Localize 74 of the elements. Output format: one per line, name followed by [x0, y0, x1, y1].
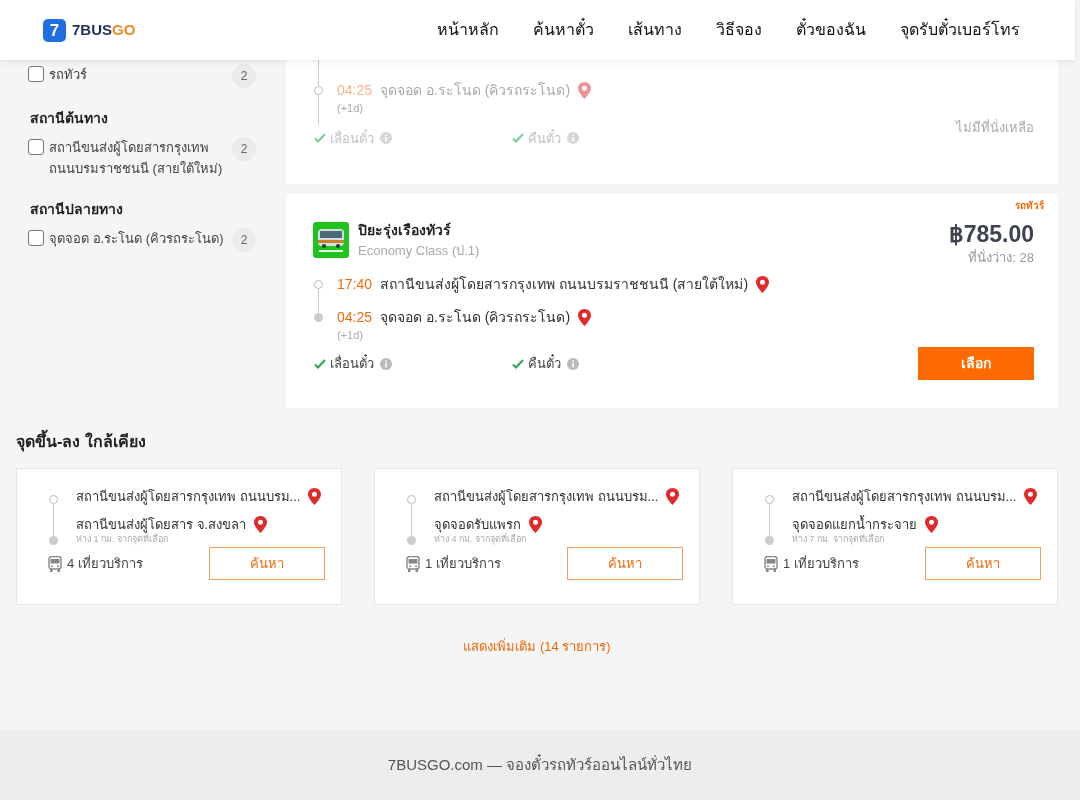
- trip-count: 1 เที่ยวบริการ: [425, 554, 501, 573]
- stop-name: จุดจอด อ.ระโนด (คิวรถระโนด): [380, 307, 571, 328]
- feature-label: เลื่อนตั๋ว: [330, 353, 374, 373]
- stop-name: สถานีขนส่งผู้โดยสารกรุงเทพ ถนนบรม...: [434, 488, 659, 507]
- section-heading: จุดขึ้น-ลง ใกล้เคียง: [16, 430, 1058, 454]
- pin-icon: [254, 515, 268, 533]
- check-icon: [512, 132, 524, 145]
- day-offset: (+1d): [337, 101, 364, 116]
- bus-icon: [48, 555, 62, 572]
- filter-label: จุดจอด อ.ระโนด (คิวรถระโนด): [49, 230, 225, 249]
- bus-icon: [764, 555, 778, 572]
- nav-link[interactable]: หน้าหลัก: [437, 18, 499, 42]
- bus-class: Economy Class (ป.1): [358, 242, 480, 260]
- pin-icon: [925, 515, 938, 533]
- info-icon: [380, 132, 392, 145]
- pin-icon: [578, 308, 592, 326]
- stop-name: สถานีขนส่งผู้โดยสารกรุงเทพ ถนนบรม...: [792, 488, 1017, 507]
- count-badge: 2: [232, 228, 256, 252]
- distance-note: ห่าง 7 กม. จากจุดที่เลือก: [792, 534, 885, 545]
- distance-note: ห่าง 4 กม. จากจุดที่เลือก: [434, 534, 527, 545]
- pin-icon: [666, 488, 680, 506]
- checkbox[interactable]: [28, 230, 44, 246]
- seats-available: ที่นั่งว่าง: 28: [968, 248, 1034, 267]
- stop-name: จุดจอด อ.ระโนด (คิวรถระโนด): [380, 81, 571, 101]
- stop-name: สถานีขนส่งผู้โดยสาร จ.สงขลา: [76, 515, 247, 533]
- route-line: [411, 504, 412, 536]
- trip-count: 4 เที่ยวบริการ: [67, 554, 143, 573]
- stop-name: สถานีขนส่งผู้โดยสารกรุงเทพ ถนนบรม...: [76, 488, 301, 507]
- tag-label: รถทัวร์: [1015, 199, 1044, 213]
- day-offset: (+1d): [337, 327, 364, 343]
- trip-count: 1 เที่ยวบริการ: [783, 554, 859, 573]
- bus-icon: [406, 555, 420, 572]
- feature-label: เลื่อนตั๋ว: [330, 128, 374, 148]
- departure-time: 17:40: [337, 274, 373, 294]
- feature-label: คืนตั๋ว: [528, 353, 561, 373]
- nav-link[interactable]: เส้นทาง: [628, 18, 682, 42]
- check-icon: [512, 357, 524, 370]
- pin-icon: [1024, 488, 1038, 506]
- checkbox[interactable]: [28, 66, 44, 82]
- checkbox[interactable]: [28, 139, 44, 155]
- count-badge: 2: [232, 137, 256, 161]
- filter-label: รถทัวร์: [49, 66, 88, 84]
- stop-name: จุดจอดรับแพรก: [434, 515, 521, 533]
- nav-link[interactable]: จุดรับตั๋วเบอร์โทร: [900, 18, 1020, 42]
- route-line: [769, 504, 770, 536]
- pin-icon: [578, 82, 592, 99]
- info-icon: [567, 132, 579, 145]
- stop-name: จุดจอดแยกน้ำกระจาย: [792, 514, 917, 533]
- stop-name: สถานีขนส่งผู้โดยสารกรุงเทพ ถนนบรมราชชนนี (สายใต้ใหม่): [380, 274, 749, 295]
- pin-icon: [308, 488, 322, 506]
- nav-link[interactable]: วิธีจอง: [716, 18, 762, 42]
- nav-link[interactable]: ตั๋วของฉัน: [796, 18, 866, 42]
- logo-icon[interactable]: 7: [43, 18, 66, 42]
- check-icon: [314, 357, 326, 370]
- footer-text: 7BUSGO.com — จองตั๋วรถทัวร์ออนไลน์ทั่วไทย: [387, 753, 693, 775]
- count-badge: 2: [232, 64, 256, 88]
- filter-label: สถานีขนส่งผู้โดยสารกรุงเทพ ถนนบรมราชชนนี (สายใต้ใหม่): [49, 139, 224, 178]
- route-line: [318, 95, 319, 125]
- info-icon: [567, 357, 579, 370]
- filter-heading: สถานีต้นทาง: [29, 109, 109, 128]
- check-icon: [314, 132, 326, 145]
- info-icon: [380, 357, 392, 370]
- nav-link[interactable]: ค้นหาตั๋ว: [533, 18, 594, 42]
- route-line: [53, 504, 54, 536]
- price: ฿785.00: [948, 220, 1034, 248]
- logo-text[interactable]: 7BUSGO: [72, 18, 136, 42]
- departure-time: 04:25: [337, 81, 373, 100]
- operator-name: ปิยะรุ่งเรืองทัวร์: [358, 221, 452, 241]
- pin-icon: [529, 515, 542, 533]
- filter-heading: สถานีปลายทาง: [29, 200, 124, 219]
- pin-icon: [756, 275, 770, 293]
- departure-time: 04:25: [337, 307, 373, 327]
- sold-out-label: ไม่มีที่นั่งเหลือ: [956, 118, 1034, 137]
- feature-label: คืนตั๋ว: [528, 128, 561, 148]
